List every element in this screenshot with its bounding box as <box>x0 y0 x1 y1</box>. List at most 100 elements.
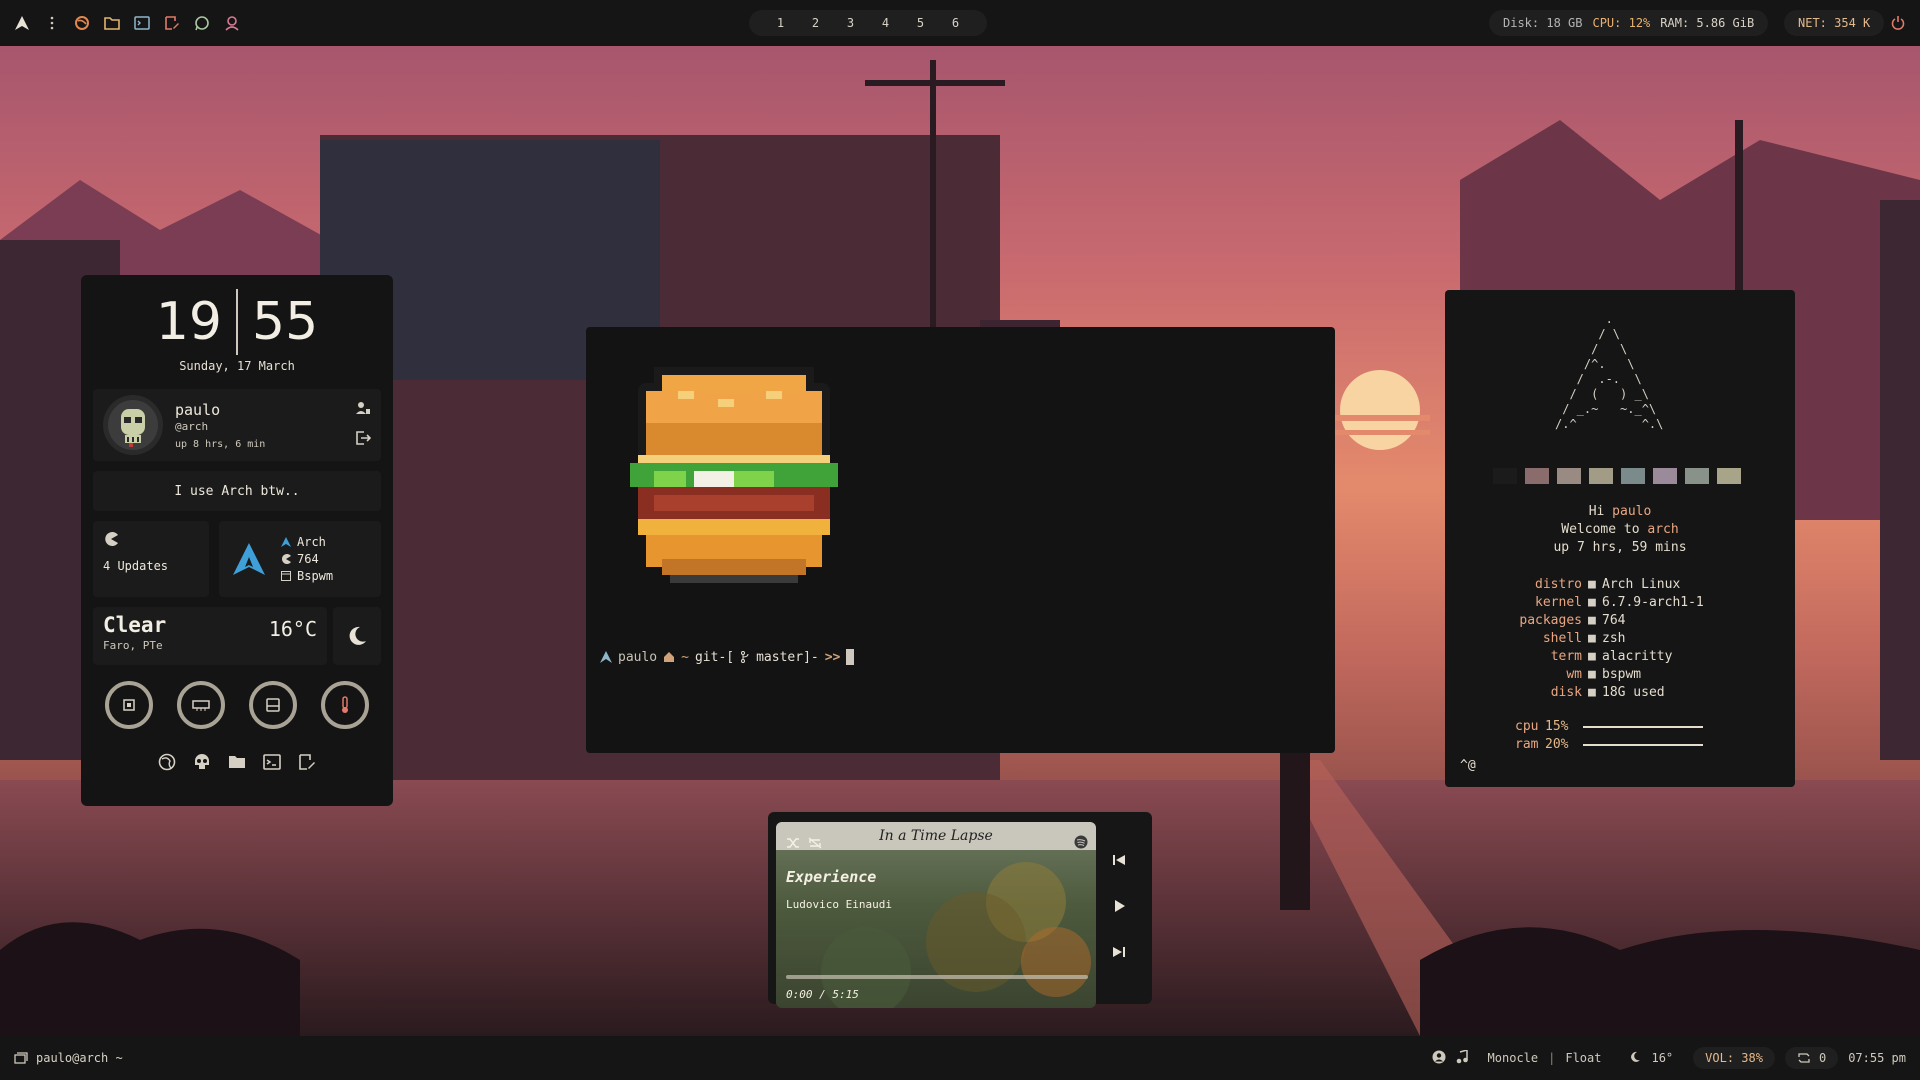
cpu-bar <box>1583 726 1703 728</box>
folder-icon[interactable] <box>104 15 120 31</box>
folder-icon[interactable] <box>228 754 246 774</box>
bullet-icon: ■ <box>1588 595 1596 610</box>
song-progress-bar[interactable] <box>786 975 1088 979</box>
updates-count: 4 Updates <box>103 559 169 573</box>
prompt-user: paulo <box>618 649 658 665</box>
ram-ring <box>177 681 225 729</box>
play-icon[interactable] <box>1112 898 1126 917</box>
avatar <box>103 395 163 455</box>
whatsapp-icon[interactable] <box>194 15 210 31</box>
volume-pill[interactable]: VOL: 38% <box>1693 1047 1775 1069</box>
temperature-ring <box>321 681 369 729</box>
info-value: 6.7.9-arch1-1 <box>1602 595 1704 610</box>
bottom-status: Monocle | Float 16° VOL: 38% 0 07:55 pm <box>1432 1036 1906 1080</box>
package-count: 764 <box>297 552 319 566</box>
info-value: 18G used <box>1602 685 1665 700</box>
info-row-term: term ■ alacritty <box>1445 648 1795 666</box>
player-controls <box>1112 852 1126 963</box>
album-title: In a Time Lapse <box>879 828 993 844</box>
ram-bar-row: ram 20% <box>1515 736 1703 754</box>
workspace-6[interactable]: 6 <box>952 16 959 30</box>
clock-divider <box>236 289 238 355</box>
terminal-icon[interactable] <box>134 15 150 31</box>
skull-icon[interactable] <box>193 753 211 775</box>
prompt-arrows: >> <box>824 649 841 665</box>
previous-track-icon[interactable] <box>1112 852 1126 871</box>
logout-icon[interactable] <box>355 430 372 450</box>
info-value: bspwm <box>1602 667 1642 682</box>
editor-icon[interactable] <box>164 15 180 31</box>
ram-label: ram <box>1515 737 1539 752</box>
disk-usage: Disk: 18 GB <box>1503 16 1583 30</box>
window-icon <box>14 1052 28 1064</box>
browser-icon[interactable] <box>74 15 90 31</box>
song-artist: Ludovico Einaudi <box>786 898 892 911</box>
system-stats: Disk: 18 GB CPU: 12% RAM: 5.86 GiB <box>1489 10 1769 36</box>
menu-dots-icon[interactable] <box>44 15 60 31</box>
cpu-bar-row: cpu 15% <box>1515 718 1703 736</box>
weather-temperature: 16°C <box>268 617 317 641</box>
workspace-3[interactable]: 3 <box>847 16 854 30</box>
updates-card[interactable]: 4 Updates <box>93 521 209 597</box>
terminal-cursor[interactable] <box>846 649 855 665</box>
swatch-1 <box>1525 468 1549 484</box>
prompt-path: ~ <box>681 649 689 665</box>
workspace-4[interactable]: 4 <box>882 16 889 30</box>
lock-user-icon[interactable] <box>355 400 371 420</box>
workspace-1[interactable]: 1 <box>777 16 784 30</box>
wm-name: Bspwm <box>297 569 334 583</box>
top-bar: 1 2 3 4 5 6 Disk: 18 GB CPU: 12% RAM: 5.… <box>0 0 1920 46</box>
updates-pill[interactable]: 0 <box>1784 1047 1839 1069</box>
terminal-window[interactable]: paulo ~ git-[ master]- >> <box>586 327 1335 753</box>
home-icon <box>664 652 675 662</box>
pacman-icon <box>105 532 118 546</box>
info-key: term <box>1550 649 1582 664</box>
info-key: distro <box>1535 577 1582 592</box>
distro-card: Arch 764 Bspwm <box>219 521 381 597</box>
info-row-kernel: kernel ■ 6.7.9-arch1-1 <box>1445 594 1795 612</box>
info-row-distro: distro ■ Arch Linux <box>1445 576 1795 594</box>
updates-count-bar: 0 <box>1818 1051 1827 1065</box>
info-value: 764 <box>1602 613 1626 628</box>
bullet-icon: ■ <box>1588 631 1596 646</box>
window-manager-icon <box>281 571 291 581</box>
info-value: alacritty <box>1602 649 1673 664</box>
terminal-icon[interactable] <box>263 754 281 774</box>
welcome-host: arch <box>1647 522 1679 537</box>
globe-icon[interactable] <box>158 753 176 775</box>
workspace-2[interactable]: 2 <box>812 16 819 30</box>
cpu-usage: CPU: 12% <box>1592 16 1651 30</box>
info-value: zsh <box>1602 631 1626 646</box>
fetch-usage-bars: cpu 15% ram 20% <box>1515 718 1703 754</box>
arch-prompt-icon <box>600 651 612 663</box>
distro-name: Arch <box>297 535 326 549</box>
top-bar-launchers <box>14 0 240 46</box>
info-row-wm: wm ■ bspwm <box>1445 666 1795 684</box>
power-icon[interactable] <box>1890 15 1906 31</box>
cpu-ring <box>105 681 153 729</box>
layout-float[interactable]: Float <box>1565 1051 1601 1065</box>
quote-card: I use Arch btw.. <box>93 471 381 511</box>
arch-logo-icon[interactable] <box>14 15 30 31</box>
layout-monocle[interactable]: Monocle <box>1488 1051 1539 1065</box>
shuffle-icon[interactable] <box>786 834 800 853</box>
cpu-icon <box>123 699 135 711</box>
bullet-icon: ■ <box>1588 613 1596 628</box>
workspace-5[interactable]: 5 <box>917 16 924 30</box>
workspace-switcher: 1 2 3 4 5 6 <box>749 10 987 36</box>
bottom-clock: 07:55 pm <box>1848 1051 1906 1065</box>
prompt-branch: master]- <box>756 649 819 665</box>
spotify-icon[interactable] <box>1074 834 1088 853</box>
repeat-off-icon[interactable] <box>808 834 822 853</box>
user-icon[interactable] <box>224 15 240 31</box>
fetch-uptime: up 7 hrs, 59 mins <box>1553 540 1687 555</box>
user-host: @arch <box>175 419 209 433</box>
fetch-panel: . / \ / \ /^. \ / .-. \ / ( ) _\ / _.~ ~… <box>1445 290 1795 787</box>
account-icon[interactable] <box>1432 1050 1446 1067</box>
music-icon[interactable] <box>1456 1048 1468 1067</box>
next-track-icon[interactable] <box>1112 944 1126 963</box>
resource-rings <box>93 675 381 735</box>
editor-icon[interactable] <box>298 753 316 775</box>
info-key: wm <box>1566 667 1582 682</box>
package-icon <box>282 554 291 564</box>
